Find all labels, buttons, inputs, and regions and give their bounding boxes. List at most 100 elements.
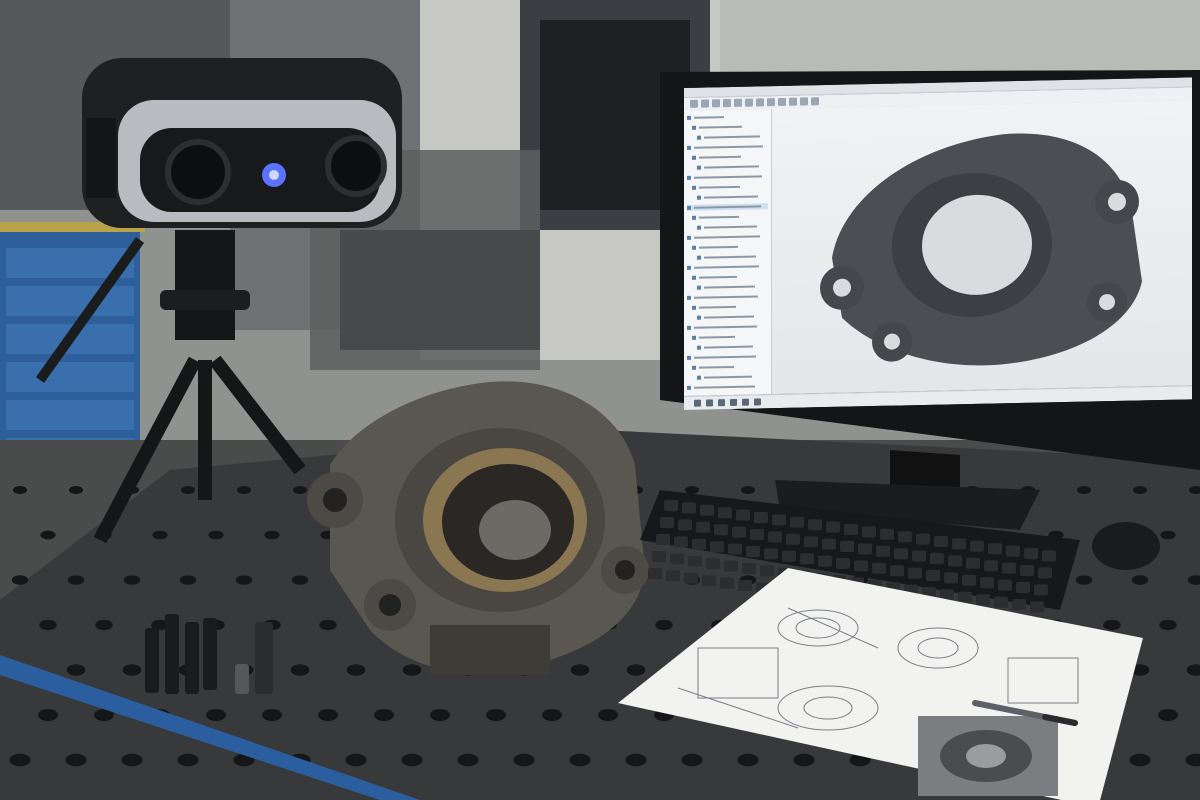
tree-row[interactable] [687, 363, 768, 371]
keyboard-key[interactable] [678, 519, 692, 531]
tree-row[interactable] [687, 273, 768, 281]
keyboard-key[interactable] [764, 548, 778, 560]
tree-row[interactable] [687, 293, 768, 301]
tree-row[interactable] [687, 333, 768, 341]
keyboard-key[interactable] [840, 541, 854, 552]
keyboard-key[interactable] [700, 504, 714, 516]
keyboard-key[interactable] [782, 550, 796, 562]
tool-icon[interactable] [789, 97, 797, 106]
keyboard-key[interactable] [822, 538, 836, 550]
keyboard-key[interactable] [714, 524, 728, 536]
3d-viewport[interactable] [772, 100, 1192, 395]
keyboard-key[interactable] [660, 517, 674, 528]
tree-row[interactable] [687, 183, 768, 191]
tree-row[interactable] [687, 153, 768, 161]
taskbar-app-icon[interactable] [730, 398, 737, 407]
tree-row[interactable] [687, 343, 768, 351]
keyboard-key[interactable] [898, 531, 912, 543]
tree-row[interactable] [687, 233, 768, 241]
keyboard-key[interactable] [930, 553, 944, 564]
keyboard-key[interactable] [750, 529, 764, 540]
keyboard-key[interactable] [656, 534, 670, 545]
keyboard-key[interactable] [988, 543, 1002, 555]
taskbar-app-icon[interactable] [718, 399, 725, 407]
keyboard-key[interactable] [808, 519, 822, 531]
tool-icon[interactable] [778, 97, 786, 107]
keyboard-key[interactable] [696, 521, 710, 533]
tool-icon[interactable] [745, 98, 753, 107]
tree-row[interactable] [687, 173, 768, 181]
keyboard-key[interactable] [804, 536, 818, 548]
tool-icon[interactable] [690, 99, 698, 108]
tool-icon[interactable] [767, 98, 775, 107]
tree-row[interactable] [687, 133, 768, 141]
keyboard-key[interactable] [934, 536, 948, 547]
tree-row[interactable] [687, 203, 768, 211]
keyboard-key[interactable] [818, 555, 832, 567]
keyboard-key[interactable] [800, 553, 814, 565]
tool-icon[interactable] [800, 97, 808, 106]
keyboard-key[interactable] [876, 545, 890, 557]
keyboard-key[interactable] [736, 509, 750, 521]
taskbar-app-icon[interactable] [754, 398, 761, 406]
tool-icon[interactable] [811, 97, 819, 106]
keyboard-key[interactable] [718, 507, 732, 519]
tool-icon[interactable] [723, 99, 731, 108]
taskbar-app-icon[interactable] [694, 399, 701, 407]
taskbar-app-icon[interactable] [706, 399, 713, 407]
tree-row[interactable] [687, 283, 768, 291]
tree-row[interactable] [687, 313, 768, 321]
tree-row[interactable] [687, 113, 768, 121]
tree-row[interactable] [687, 193, 768, 201]
keyboard-key[interactable] [912, 550, 926, 562]
keyboard-key[interactable] [862, 526, 876, 538]
taskbar-app-icon[interactable] [742, 398, 749, 406]
tree-row[interactable] [687, 163, 768, 171]
keyboard-key[interactable] [790, 516, 804, 528]
tree-row[interactable] [687, 353, 768, 361]
keyboard-key[interactable] [652, 551, 666, 562]
keyboard-key[interactable] [952, 538, 966, 550]
keyboard-key[interactable] [880, 528, 894, 540]
keyboard-key[interactable] [754, 512, 768, 523]
tool-icon[interactable] [712, 99, 720, 108]
keyboard-key[interactable] [916, 533, 930, 545]
keyboard-key[interactable] [728, 543, 742, 555]
tree-row[interactable] [687, 143, 768, 151]
keyboard-key[interactable] [826, 521, 840, 533]
keyboard-key[interactable] [710, 541, 724, 553]
keyboard-key[interactable] [858, 543, 872, 555]
tree-row[interactable] [687, 303, 768, 311]
tool-icon[interactable] [756, 98, 764, 107]
keyboard-key[interactable] [772, 514, 786, 526]
keyboard-key[interactable] [688, 555, 702, 567]
keyboard-key[interactable] [768, 531, 782, 543]
tree-row[interactable] [687, 323, 768, 331]
tree-row[interactable] [687, 243, 768, 251]
tool-icon[interactable] [701, 99, 709, 108]
tree-row[interactable] [687, 223, 768, 231]
keyboard-key[interactable] [948, 555, 962, 567]
tool-icon[interactable] [734, 98, 742, 107]
tree-row[interactable] [687, 263, 768, 271]
keyboard-key[interactable] [844, 524, 858, 535]
keyboard-key[interactable] [1006, 545, 1020, 557]
keyboard-key[interactable] [732, 526, 746, 538]
mouse-icon[interactable] [1088, 516, 1168, 576]
keyboard-key[interactable] [682, 502, 696, 514]
tree-row[interactable] [687, 123, 768, 131]
keyboard-key[interactable] [664, 500, 678, 511]
keyboard-key[interactable] [1024, 548, 1038, 559]
tree-row[interactable] [687, 373, 768, 381]
tree-row[interactable] [687, 213, 768, 221]
keyboard-key[interactable] [746, 546, 760, 557]
keyboard-key[interactable] [674, 536, 688, 548]
keyboard-key[interactable] [970, 540, 984, 552]
keyboard-key[interactable] [1042, 550, 1056, 562]
keyboard-key[interactable] [692, 538, 706, 550]
keyboard-key[interactable] [894, 548, 908, 560]
tree-row[interactable] [687, 253, 768, 261]
keyboard-key[interactable] [670, 553, 684, 565]
tree-row[interactable] [687, 383, 768, 391]
keyboard-key[interactable] [786, 533, 800, 545]
